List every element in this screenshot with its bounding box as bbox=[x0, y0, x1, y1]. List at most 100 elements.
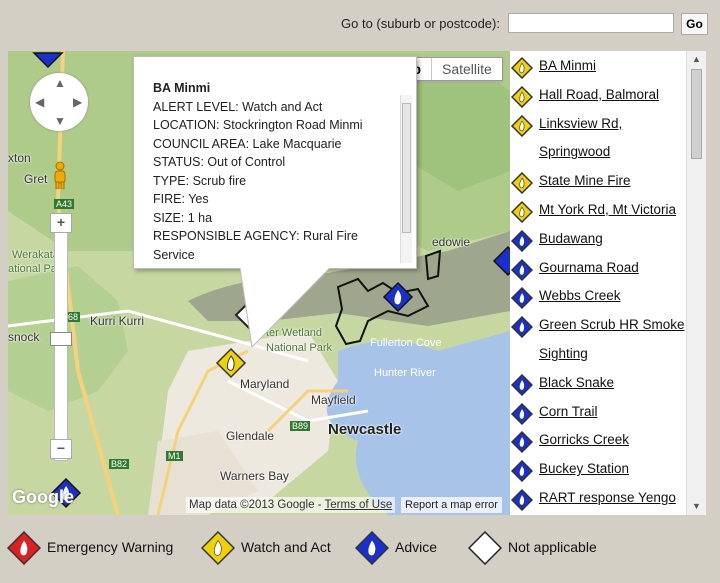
watch-diamond-icon bbox=[201, 531, 235, 565]
legend-label: Not applicable bbox=[508, 539, 597, 555]
go-button[interactable]: Go bbox=[681, 13, 708, 35]
advice-diamond-icon bbox=[511, 316, 533, 339]
place-newcastle: Newcastle bbox=[328, 421, 402, 438]
legend-label: Emergency Warning bbox=[47, 539, 174, 555]
road-a43-shield: A43 bbox=[54, 199, 75, 209]
na-diamond-icon bbox=[468, 531, 502, 565]
incident-list-scrollbar[interactable]: ▲ ▼ bbox=[686, 51, 706, 515]
zoom-out-button[interactable]: − bbox=[50, 439, 72, 459]
terms-of-use-link[interactable]: Terms of Use bbox=[325, 499, 393, 511]
place-kton: xton bbox=[8, 151, 31, 165]
place-gret: Gret bbox=[24, 172, 48, 186]
popup-scroll-thumb[interactable] bbox=[402, 103, 411, 233]
incident-link[interactable]: State Mine Fire bbox=[539, 166, 631, 195]
watch-diamond-icon bbox=[511, 114, 533, 137]
advice-diamond-icon bbox=[511, 489, 533, 511]
advice-diamond-icon bbox=[511, 460, 533, 483]
incident-link[interactable]: Corn Trail bbox=[539, 397, 598, 426]
map-data-text: Map data ©2013 Google - bbox=[189, 499, 322, 511]
place-snock: snock bbox=[8, 330, 40, 344]
incident-size: SIZE: 1 ha bbox=[153, 210, 213, 225]
incident-link[interactable]: Webbs Creek bbox=[539, 281, 621, 310]
incident-info-content: BA Minmi ALERT LEVEL: Watch and Act LOCA… bbox=[153, 79, 393, 264]
advice-diamond-icon bbox=[511, 287, 533, 310]
advice-diamond-icon bbox=[511, 229, 533, 252]
advice-diamond-icon bbox=[511, 258, 533, 281]
marker-advice-4[interactable] bbox=[32, 51, 64, 69]
legend-label: Watch and Act bbox=[241, 539, 331, 555]
advice-diamond-icon bbox=[511, 402, 533, 425]
incident-council-area: COUNCIL AREA: Lake Macquarie bbox=[153, 136, 342, 151]
incident-link[interactable]: Gorricks Creek bbox=[539, 425, 629, 454]
road-b82-shield: B82 bbox=[109, 459, 130, 469]
zoom-in-button[interactable]: + bbox=[50, 213, 72, 233]
pan-down-icon[interactable]: ▼ bbox=[54, 114, 66, 128]
emergency-diamond-icon bbox=[7, 531, 41, 565]
search-bar: Go to (suburb or postcode): Go bbox=[0, 0, 720, 46]
incident-link[interactable]: RART response Yengo bbox=[539, 483, 676, 512]
map-view[interactable]: Kurri Kurri Werakata ational Park Maryla… bbox=[8, 51, 510, 515]
suburb-search-input[interactable] bbox=[508, 13, 674, 33]
incident-link[interactable]: Buckey Station bbox=[539, 454, 629, 483]
watch-diamond-icon bbox=[511, 57, 533, 79]
marker-watch-ba-minmi[interactable] bbox=[215, 347, 247, 379]
place-mayfield: Mayfield bbox=[311, 393, 356, 407]
place-fullerton-cove: Fullerton Cove bbox=[370, 337, 442, 349]
google-logo[interactable]: Google bbox=[12, 487, 74, 508]
place-glendale: Glendale bbox=[226, 429, 275, 443]
incident-agency-cont: Service bbox=[153, 247, 195, 262]
place-werakata: Werakata bbox=[12, 249, 59, 261]
place-edowie: edowie bbox=[432, 235, 471, 249]
zoom-slider-handle[interactable] bbox=[50, 332, 72, 346]
legend-label: Advice bbox=[395, 539, 438, 555]
incident-link[interactable]: BA Minmi bbox=[539, 51, 596, 80]
incident-link-cont[interactable]: Sighting bbox=[539, 339, 588, 368]
report-map-error-link[interactable]: Report a map error bbox=[401, 497, 502, 513]
incident-type: TYPE: Scrub fire bbox=[153, 173, 247, 188]
incident-agency: RESPONSIBLE AGENCY: Rural Fire bbox=[153, 229, 358, 243]
incident-link[interactable]: Budawang bbox=[539, 224, 603, 253]
place-maryland: Maryland bbox=[240, 377, 290, 391]
incident-title: BA Minmi bbox=[153, 81, 211, 95]
incident-info-window: BA Minmi ALERT LEVEL: Watch and Act LOCA… bbox=[133, 56, 417, 269]
alert-legend: Emergency Warning Watch and Act Advice Not … bbox=[0, 522, 720, 572]
incident-status: STATUS: Out of Control bbox=[153, 155, 286, 169]
watch-diamond-icon bbox=[511, 172, 533, 195]
incident-link[interactable]: Linksview Rd, bbox=[539, 109, 622, 138]
pan-up-icon[interactable]: ▲ bbox=[54, 76, 66, 90]
incident-link[interactable]: Black Snake bbox=[539, 368, 614, 397]
street-view-pegman-icon[interactable] bbox=[52, 161, 68, 189]
incident-alert-level: ALERT LEVEL: Watch and Act bbox=[153, 99, 323, 114]
incident-link[interactable]: Gournama Road bbox=[539, 253, 639, 282]
popup-pointer bbox=[240, 267, 330, 347]
incident-link[interactable]: Hall Road, Balmoral bbox=[539, 80, 659, 109]
incident-link[interactable]: Mt York Rd, Mt Victoria bbox=[539, 195, 676, 224]
place-warners-bay: Warners Bay bbox=[220, 469, 289, 483]
pan-left-icon[interactable]: ◀ bbox=[35, 95, 44, 109]
scroll-down-icon[interactable]: ▼ bbox=[692, 501, 701, 511]
incident-list: BA Minmi Hall Road, Balmoral Linksview Rd,… bbox=[510, 51, 706, 515]
watch-diamond-icon bbox=[511, 201, 533, 223]
pan-control[interactable]: ▲ ▼ ◀ ▶ bbox=[30, 73, 88, 131]
road-m1-shield: M1 bbox=[166, 451, 183, 461]
road-b89-shield: B89 bbox=[290, 421, 311, 431]
watch-diamond-icon bbox=[511, 85, 533, 108]
popup-scrollbar[interactable] bbox=[400, 95, 412, 263]
advice-diamond-icon bbox=[355, 531, 389, 565]
advice-diamond-icon bbox=[511, 373, 533, 396]
advice-diamond-icon bbox=[511, 431, 533, 454]
place-kurri-kurri: Kurri Kurri bbox=[90, 314, 145, 328]
incident-link[interactable]: Green Scrub HR Smoke bbox=[539, 310, 685, 339]
marker-advice-2[interactable] bbox=[492, 245, 510, 277]
goto-label: Go to (suburb or postcode): bbox=[341, 16, 500, 31]
map-type-satellite[interactable]: Satellite bbox=[432, 58, 502, 80]
pan-right-icon[interactable]: ▶ bbox=[73, 95, 82, 109]
place-hunter-river: Hunter River bbox=[374, 367, 436, 379]
scroll-up-icon[interactable]: ▲ bbox=[692, 54, 701, 64]
incident-link-cont[interactable]: Springwood bbox=[539, 137, 610, 166]
incident-fire: FIRE: Yes bbox=[153, 192, 209, 206]
incident-location: LOCATION: Stockrington Road Minmi bbox=[153, 118, 363, 132]
incident-list-scroll-thumb[interactable] bbox=[691, 69, 702, 159]
map-attribution: Map data ©2013 Google - Terms of Use bbox=[186, 497, 396, 513]
marker-advice-1[interactable] bbox=[382, 281, 414, 313]
